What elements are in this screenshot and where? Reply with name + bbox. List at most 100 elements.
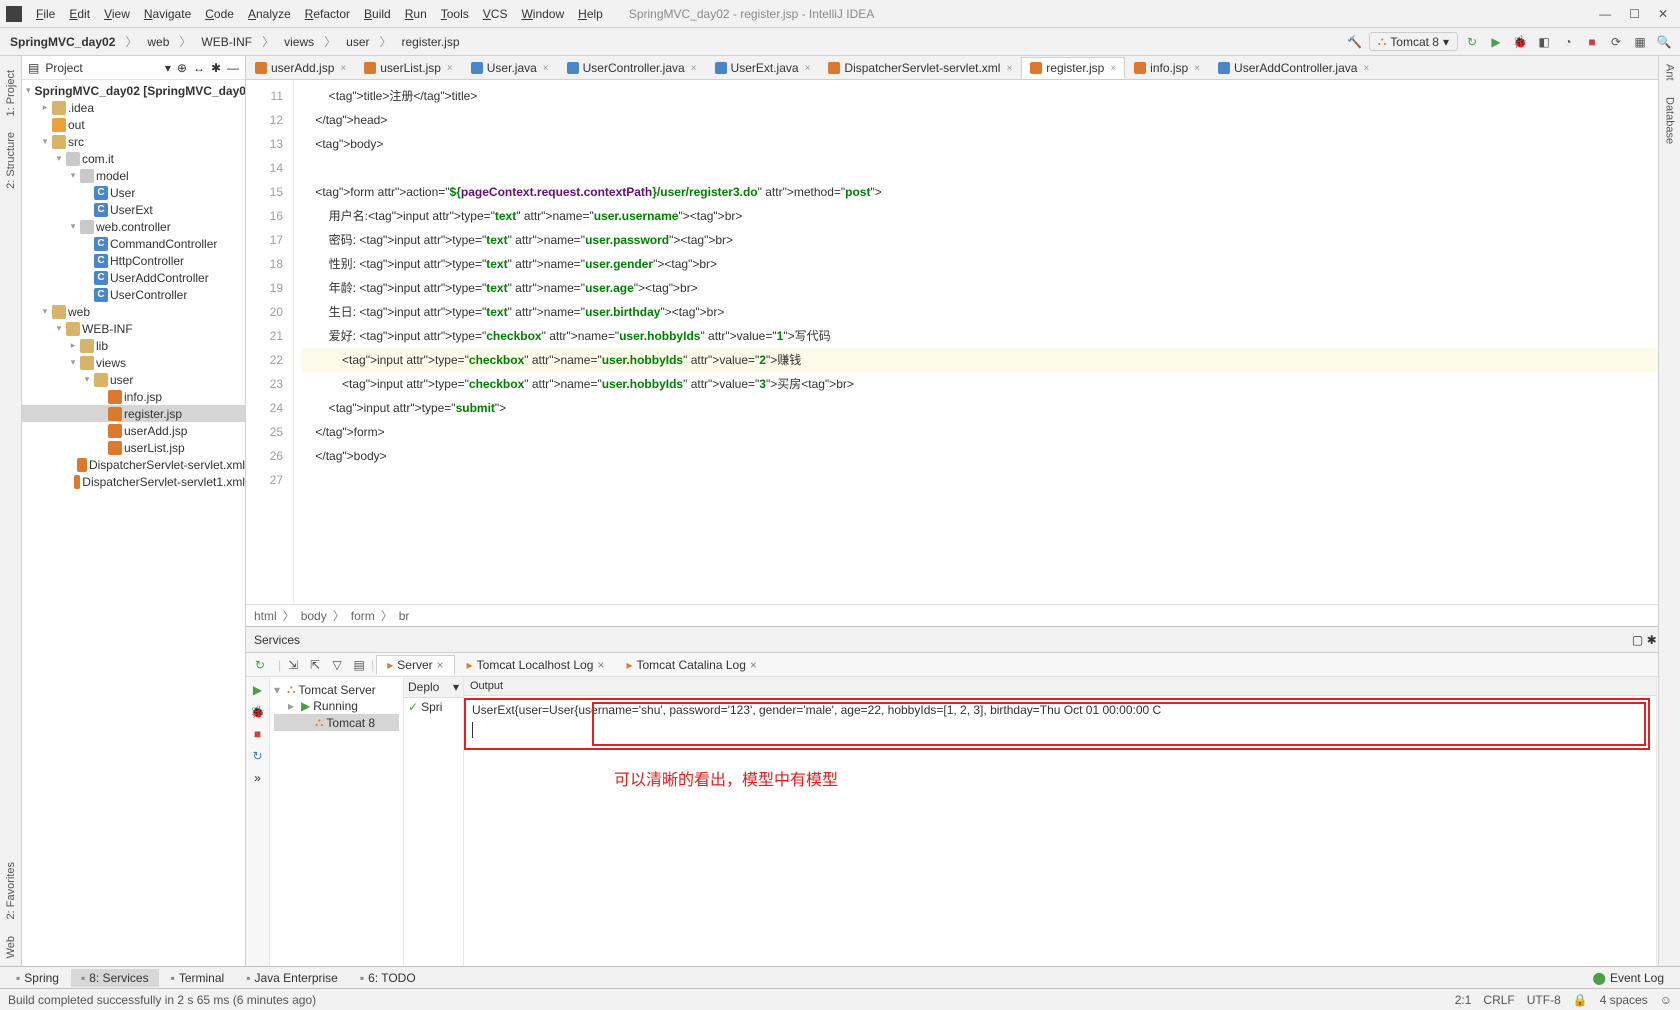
more-icon[interactable]: »	[254, 771, 261, 785]
tree-node[interactable]: CHttpController	[22, 252, 245, 269]
bottom-tab-8-services[interactable]: ▪8: Services	[71, 969, 159, 987]
build-button[interactable]: 🔨	[1345, 32, 1365, 52]
services-subtab[interactable]: ▸Tomcat Catalina Log ×	[616, 656, 766, 674]
services-tree-node[interactable]: ▸▶Running	[274, 698, 399, 714]
editor-tab[interactable]: User.java×	[462, 57, 558, 79]
menu-build[interactable]: Build	[358, 5, 397, 23]
code-breadcrumb-item[interactable]: br	[399, 609, 410, 623]
breadcrumb-item[interactable]: views	[280, 34, 318, 50]
close-icon[interactable]: ×	[543, 63, 549, 74]
debug-icon[interactable]: 🐞	[250, 705, 265, 719]
services-tree[interactable]: ▾⛬Tomcat Server▸▶Running⛬Tomcat 8	[270, 677, 404, 966]
tree-arrow[interactable]: ▸	[68, 340, 78, 351]
event-log-tab[interactable]: ⬤Event Log	[1583, 969, 1674, 987]
close-icon[interactable]: ×	[805, 63, 811, 74]
code-breadcrumb-item[interactable]: form	[351, 609, 375, 623]
inspector-icon[interactable]: ☺	[1660, 993, 1672, 1007]
menu-vcs[interactable]: VCS	[477, 5, 514, 23]
bottom-tab-java-enterprise[interactable]: ▪Java Enterprise	[236, 969, 348, 987]
project-tree[interactable]: ▾SpringMVC_day02 [SpringMVC_day01]▸.idea…	[22, 80, 245, 966]
close-icon[interactable]: ×	[1006, 63, 1012, 74]
code-text[interactable]: <tag">title>注册</tag">title> </tag">head>…	[294, 80, 1680, 604]
tree-node[interactable]: ▾model	[22, 167, 245, 184]
tree-node[interactable]: CUser	[22, 184, 245, 201]
run-config-select[interactable]: ⛬ Tomcat 8 ▾	[1369, 32, 1458, 51]
editor-tab[interactable]: userList.jsp×	[355, 57, 462, 79]
tree-node[interactable]: ▾src	[22, 133, 245, 150]
menu-file[interactable]: File	[30, 5, 61, 23]
close-icon[interactable]: ×	[1194, 63, 1200, 74]
tree-arrow[interactable]: ▾	[54, 323, 64, 334]
tree-node[interactable]: ▾SpringMVC_day02 [SpringMVC_day01]	[22, 82, 245, 99]
profile-button[interactable]: ◔	[1558, 32, 1578, 52]
gear-icon[interactable]: ✱	[1647, 633, 1657, 647]
tree-node[interactable]: ▸lib	[22, 337, 245, 354]
code-breadcrumb-item[interactable]: html	[254, 609, 277, 623]
expand-all-icon[interactable]: ⇲	[283, 655, 303, 675]
editor-tab[interactable]: UserController.java×	[558, 57, 706, 79]
close-icon[interactable]: ×	[597, 658, 604, 672]
rerun-button[interactable]: ↻	[250, 655, 270, 675]
layout-icon[interactable]: ▢	[1632, 633, 1643, 647]
refresh-icon[interactable]: ↻	[252, 749, 262, 763]
tree-node[interactable]: ▾WEB-INF	[22, 320, 245, 337]
tree-arrow[interactable]: ▾	[68, 357, 78, 368]
tree-arrow[interactable]: ▾	[274, 683, 284, 697]
tree-node[interactable]: CUserController	[22, 286, 245, 303]
collapse-icon[interactable]: —	[227, 61, 239, 75]
coverage-button[interactable]: ◧	[1534, 32, 1554, 52]
editor-tab[interactable]: info.jsp×	[1125, 57, 1209, 79]
editor-tab[interactable]: register.jsp×	[1021, 57, 1125, 79]
editor-tab[interactable]: UserAddController.java×	[1209, 57, 1378, 79]
tree-node[interactable]: userList.jsp	[22, 439, 245, 456]
maximize-button[interactable]: ☐	[1629, 7, 1640, 21]
tree-node[interactable]: DispatcherServlet-servlet1.xml	[22, 473, 245, 490]
output-content[interactable]: UserExt{user=User{username='shu', passwo…	[464, 696, 1656, 966]
services-subtab[interactable]: ▸Tomcat Localhost Log ×	[457, 656, 615, 674]
tree-arrow[interactable]: ▾	[26, 85, 31, 96]
group-icon[interactable]: ▤	[349, 655, 369, 675]
lock-icon[interactable]: 🔒	[1573, 993, 1588, 1007]
tree-node[interactable]: ▾web.controller	[22, 218, 245, 235]
tab-structure[interactable]: 2: Structure	[3, 124, 19, 197]
menu-tools[interactable]: Tools	[435, 5, 475, 23]
editor-tab[interactable]: UserExt.java×	[706, 57, 820, 79]
close-icon[interactable]: ×	[340, 63, 346, 74]
tree-node[interactable]: ▾user	[22, 371, 245, 388]
tree-arrow[interactable]: ▾	[40, 136, 50, 147]
menu-edit[interactable]: Edit	[63, 5, 96, 23]
menu-help[interactable]: Help	[572, 5, 609, 23]
stop-icon[interactable]: ■	[254, 727, 261, 741]
run-button[interactable]: ▶	[1486, 32, 1506, 52]
code-area[interactable]: 1112131415161718192021222324252627 <tag"…	[246, 80, 1680, 604]
chevron-down-icon[interactable]: ▾	[165, 61, 171, 75]
tree-node[interactable]: register.jsp	[22, 405, 245, 422]
tree-arrow[interactable]: ▾	[68, 221, 78, 232]
tree-node[interactable]: CUserAddController	[22, 269, 245, 286]
close-icon[interactable]: ×	[437, 658, 444, 672]
filter-icon[interactable]: ▽	[327, 655, 347, 675]
menu-refactor[interactable]: Refactor	[299, 5, 356, 23]
tree-arrow[interactable]: ▾	[68, 170, 78, 181]
indent[interactable]: 4 spaces	[1600, 993, 1648, 1007]
close-icon[interactable]: ×	[691, 63, 697, 74]
code-breadcrumb-item[interactable]: body	[301, 609, 327, 623]
deploy-item[interactable]: ✓Spri	[404, 698, 463, 716]
line-separator[interactable]: CRLF	[1483, 993, 1514, 1007]
breadcrumb-item[interactable]: web	[143, 34, 173, 50]
tree-node[interactable]: info.jsp	[22, 388, 245, 405]
minimize-button[interactable]: —	[1599, 7, 1611, 21]
bottom-tab-spring[interactable]: ▪Spring	[6, 969, 69, 987]
menu-analyze[interactable]: Analyze	[242, 5, 297, 23]
chevron-down-icon[interactable]: ▾	[453, 680, 459, 694]
menu-code[interactable]: Code	[199, 5, 240, 23]
editor-tab[interactable]: userAdd.jsp×	[246, 57, 355, 79]
expand-icon[interactable]: ↔	[193, 61, 205, 75]
breadcrumb-item[interactable]: user	[342, 34, 373, 50]
search-button[interactable]: 🔍	[1654, 32, 1674, 52]
tree-arrow[interactable]: ▾	[82, 374, 92, 385]
target-icon[interactable]: ⊕	[177, 61, 187, 75]
tab-web[interactable]: Web	[3, 928, 19, 966]
resume-button[interactable]: ↻	[1462, 32, 1482, 52]
update-button[interactable]: ⟳	[1606, 32, 1626, 52]
